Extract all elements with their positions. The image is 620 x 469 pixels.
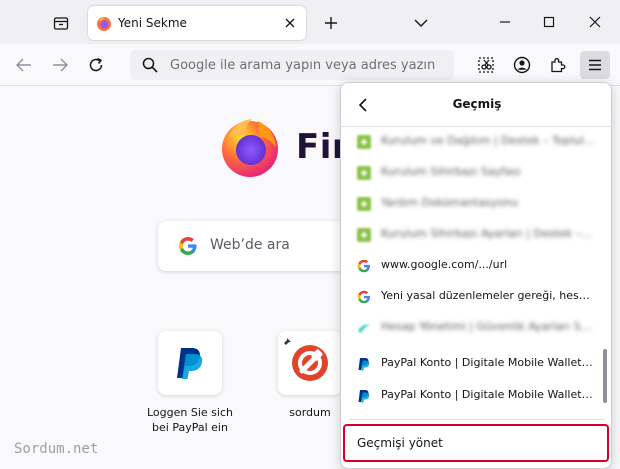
- reload-icon[interactable]: [82, 52, 110, 78]
- history-item[interactable]: www.google.com/.../url: [347, 251, 601, 281]
- history-panel: Geçmiş Kurulum ve Dağıtım | Destek – Top…: [340, 82, 612, 469]
- history-item-label: Yardım Dokümantasyonu: [381, 196, 519, 209]
- green-tile-icon: [357, 197, 371, 211]
- firefox-logo-icon: [222, 119, 278, 177]
- minimize-icon[interactable]: [490, 8, 520, 36]
- shortcut-label: Loggen Sie sich bei PayPal ein: [147, 406, 233, 434]
- manage-history-button[interactable]: Geçmişi yönet: [343, 424, 609, 462]
- history-item-label: Kurulum Sihirbazı Ayarları | Destek – To…: [381, 227, 595, 240]
- puzzle-icon[interactable]: [544, 52, 572, 78]
- history-item[interactable]: Yardım Dokümantasyonu: [347, 189, 601, 219]
- history-item-label: www.google.com/.../url: [381, 258, 508, 271]
- history-item-label: Kurulum ve Dağıtım | Destek – Topluluk: [381, 134, 595, 147]
- google-icon: [357, 259, 370, 273]
- history-item[interactable]: Hesap Yönetimi | Güvenlik Ayarları Sayfa…: [347, 313, 601, 343]
- green-tile-icon: [357, 135, 371, 149]
- plus-icon[interactable]: [318, 10, 344, 36]
- screenshot-icon[interactable]: [472, 52, 500, 78]
- history-item-label: PayPal Konto | Digitale Mobile Wallet | …: [381, 356, 595, 369]
- paypal-icon: [177, 348, 203, 379]
- history-list: Kurulum ve Dağıtım | Destek – Topluluk K…: [341, 127, 611, 417]
- shortcut-paypal[interactable]: Loggen Sie sich bei PayPal ein: [140, 331, 240, 435]
- history-item[interactable]: Yeni yasal düzenlemeler gereği, hesabını…: [347, 282, 601, 312]
- navigation-toolbar: [0, 44, 620, 86]
- back-arrow-icon[interactable]: [10, 52, 38, 78]
- history-item[interactable]: Kurulum Sihirbazı Ayarları | Destek – To…: [347, 220, 601, 250]
- shortcut-tile[interactable]: [278, 331, 342, 395]
- panel-title: Geçmiş: [452, 97, 502, 111]
- history-item-label: Hesap Yönetimi | Güvenlik Ayarları Sayfa…: [381, 320, 595, 333]
- hamburger-menu-icon[interactable]: [580, 51, 610, 79]
- history-item[interactable]: PayPal Konto | Digitale Mobile Wallet | …: [347, 381, 601, 411]
- search-icon: [142, 57, 158, 73]
- paypal-icon: [358, 390, 370, 403]
- tab-list-icon[interactable]: [46, 10, 76, 36]
- manage-history-label: Geçmişi yönet: [357, 436, 443, 450]
- chevron-down-icon[interactable]: [408, 10, 434, 36]
- cyan-swoosh-icon: [358, 324, 370, 333]
- google-icon: [357, 290, 370, 304]
- search-placeholder: Web’de ara: [210, 237, 290, 253]
- shortcut-tile[interactable]: [158, 331, 222, 395]
- green-tile-icon: [357, 228, 371, 242]
- tab-title: Yeni Sekme: [118, 16, 187, 30]
- close-icon[interactable]: [580, 8, 610, 36]
- account-icon[interactable]: [508, 52, 536, 78]
- panel-separator: [349, 419, 605, 420]
- history-item[interactable]: PayPal Konto | Digitale Mobile Wallet | …: [347, 349, 601, 379]
- firefox-icon: [97, 17, 111, 31]
- panel-header: Geçmiş: [341, 83, 611, 127]
- address-input[interactable]: [170, 50, 450, 80]
- history-item-label: Kurulum Sihirbazı Sayfası: [381, 165, 521, 178]
- title-bar: Yeni Sekme: [0, 0, 620, 44]
- close-tab-icon[interactable]: [280, 13, 300, 33]
- history-item-label: PayPal Konto | Digitale Mobile Wallet | …: [381, 388, 595, 401]
- address-bar[interactable]: [130, 50, 454, 80]
- history-item-label: Yeni yasal düzenlemeler gereği, hesabını…: [381, 289, 595, 302]
- green-tile-icon: [357, 166, 371, 180]
- google-icon: [179, 237, 197, 255]
- history-item[interactable]: Kurulum ve Dağıtım | Destek – Topluluk: [347, 127, 601, 157]
- history-scrollbar[interactable]: [603, 349, 607, 403]
- sordum-icon: [292, 345, 328, 381]
- tab-new-tab[interactable]: Yeni Sekme: [88, 6, 306, 40]
- history-item[interactable]: Kurulum Sihirbazı Sayfası: [347, 158, 601, 188]
- pin-icon: [284, 336, 291, 345]
- forward-arrow-icon[interactable]: [46, 52, 74, 78]
- watermark-text: Sordum.net: [14, 441, 99, 457]
- paypal-icon: [358, 358, 370, 371]
- maximize-icon[interactable]: [534, 8, 564, 36]
